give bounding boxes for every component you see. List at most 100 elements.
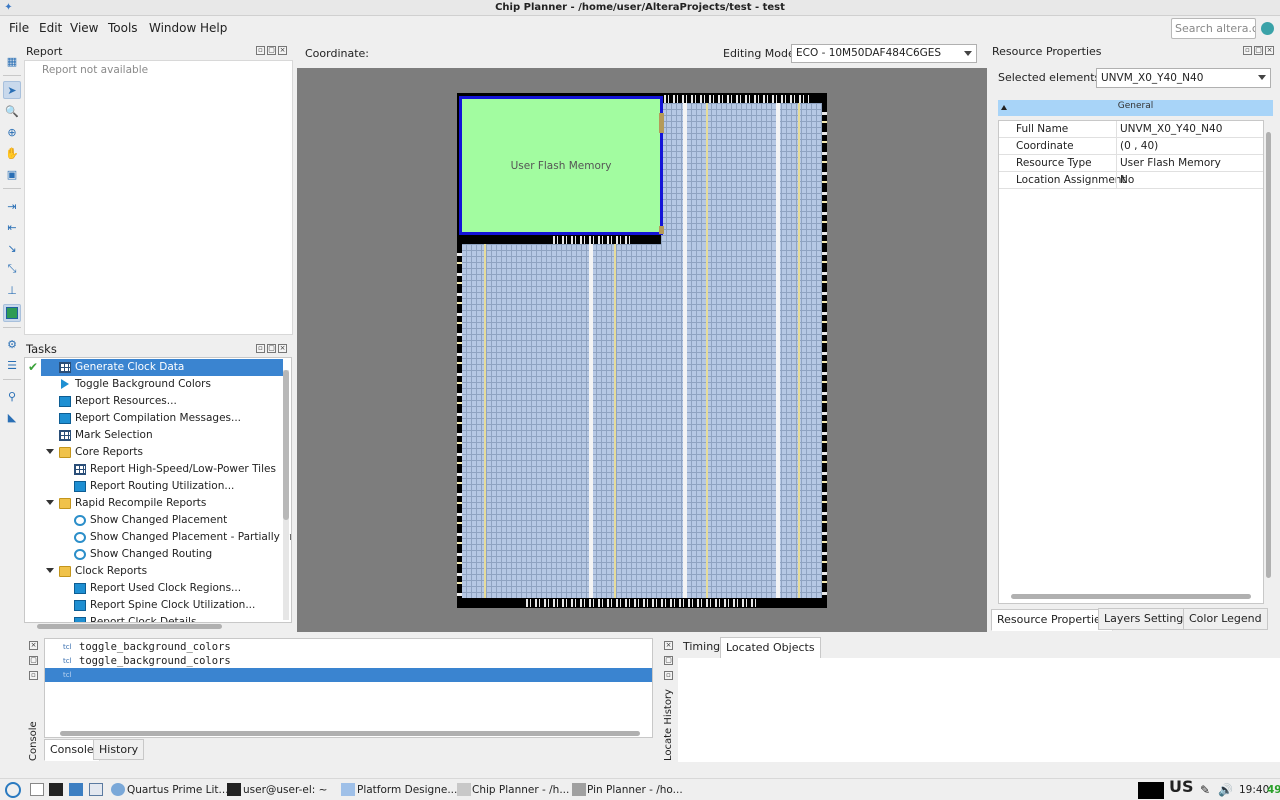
tab-resource-properties[interactable]: Resource Properties [991, 609, 1113, 631]
globe-icon[interactable] [1261, 22, 1274, 35]
zoom-icon[interactable]: 🔍 [3, 102, 21, 120]
task-item[interactable]: Show Changed Routing [25, 546, 283, 563]
zoom-region-icon[interactable]: ⊕ [3, 123, 21, 141]
tasks-vertical-scrollbar[interactable] [283, 370, 289, 620]
taskbar-item-chip-planner[interactable]: Chip Planner - /h... [472, 783, 569, 797]
close-icon[interactable]: × [664, 641, 673, 650]
tasks-horizontal-scrollbar[interactable] [37, 624, 222, 629]
fanout-icon[interactable]: ⇤ [3, 218, 21, 236]
task-item[interactable]: Toggle Background Colors [25, 376, 283, 393]
selection-tool-icon[interactable]: ➤ [3, 81, 21, 99]
float-icon[interactable]: ▢ [267, 46, 276, 55]
task-item[interactable]: Report High-Speed/Low-Power Tiles [25, 461, 283, 478]
selected-elements-select[interactable]: UNVM_X0_Y40_N40 [1096, 68, 1271, 88]
task-item[interactable]: Report Routing Utilization... [25, 478, 283, 495]
pin-icon[interactable]: ▫ [1243, 46, 1252, 55]
volume-icon[interactable]: 🔊 [1218, 783, 1233, 797]
user-flash-memory-block[interactable]: User Flash Memory [459, 96, 663, 235]
float-icon[interactable]: ▢ [1254, 46, 1263, 55]
routing-icon[interactable]: ⊥ [3, 281, 21, 299]
float-icon[interactable]: ▢ [664, 656, 673, 665]
start-menu-icon[interactable] [5, 782, 21, 798]
taskbar-item-platform-designer[interactable]: Platform Designe... [357, 783, 457, 797]
close-icon[interactable]: × [1265, 46, 1274, 55]
task-folder[interactable]: Core Reports [25, 444, 283, 461]
tab-color-legend[interactable]: Color Legend [1183, 608, 1268, 630]
editing-mode-select[interactable]: ECO - 10M50DAF484C6GES [791, 44, 977, 63]
network-icon[interactable] [89, 783, 103, 796]
property-row[interactable]: Coordinate (0 , 40) [999, 138, 1263, 155]
show-desktop-icon[interactable] [30, 783, 44, 796]
console-horizontal-scrollbar[interactable] [60, 731, 640, 736]
delay-icon[interactable]: ⤡ [3, 260, 21, 278]
pin-icon[interactable]: ▫ [664, 671, 673, 680]
clock[interactable]: 19:40 [1239, 783, 1269, 797]
task-item[interactable]: Report Spine Clock Utilization... [25, 597, 283, 614]
logic-fabric[interactable] [461, 244, 822, 598]
fanin-icon[interactable]: ⇥ [3, 197, 21, 215]
node-icon[interactable]: ⚙ [3, 335, 21, 353]
chip-view-icon[interactable]: ▦ [3, 52, 21, 70]
menu-window[interactable]: Window [147, 19, 198, 37]
properties-horizontal-scrollbar[interactable] [1011, 594, 1251, 599]
console-input-line[interactable]: tcl [45, 668, 652, 682]
menu-file[interactable]: File [7, 19, 31, 37]
pin-icon[interactable]: ▫ [256, 46, 265, 55]
table-icon [59, 430, 71, 441]
task-item[interactable]: Show Changed Placement [25, 512, 283, 529]
list-icon[interactable]: ☰ [3, 356, 21, 374]
paths-icon[interactable]: ↘ [3, 239, 21, 257]
console-output[interactable]: tcl toggle_background_colors tcl toggle_… [44, 638, 653, 738]
menu-edit[interactable]: Edit [37, 19, 64, 37]
file-manager-icon[interactable] [69, 783, 83, 796]
task-item[interactable]: Report Compilation Messages... [25, 410, 283, 427]
tab-timing[interactable]: Timing [678, 637, 726, 659]
float-icon[interactable]: ▢ [267, 344, 276, 353]
pin-icon[interactable]: ▫ [256, 344, 265, 353]
pen-icon[interactable]: ✎ [1200, 783, 1210, 797]
chart-icon[interactable]: ◣ [3, 408, 21, 426]
task-item[interactable]: Report Used Clock Regions... [25, 580, 283, 597]
property-row[interactable]: Location Assignment No [999, 172, 1263, 189]
expand-arrow-icon[interactable] [46, 500, 54, 505]
close-icon[interactable]: × [278, 46, 287, 55]
task-item[interactable]: Mark Selection [25, 427, 283, 444]
task-folder[interactable]: Rapid Recompile Reports [25, 495, 283, 512]
scrollbar-thumb[interactable] [283, 370, 289, 520]
menu-view[interactable]: View [68, 19, 100, 37]
property-row[interactable]: Full Name UNVM_X0_Y40_N40 [999, 121, 1263, 138]
tab-history[interactable]: History [93, 739, 145, 760]
task-folder[interactable]: Clock Reports [25, 563, 283, 580]
menu-help[interactable]: Help [198, 19, 229, 37]
general-section-header[interactable]: General [998, 100, 1273, 116]
binoculars-icon[interactable]: ⚲ [3, 387, 21, 405]
close-icon[interactable]: × [29, 641, 38, 650]
layers-icon[interactable] [3, 304, 21, 322]
taskbar-item-terminal[interactable]: user@user-el: ~ [243, 783, 327, 797]
taskbar-item-quartus[interactable]: Quartus Prime Lit... [127, 783, 229, 797]
float-icon[interactable]: ▢ [29, 656, 38, 665]
task-item[interactable]: ✔ Generate Clock Data [28, 359, 283, 376]
menu-tools[interactable]: Tools [106, 19, 140, 37]
task-item[interactable]: Show Changed Placement - Partially Pres [25, 529, 291, 546]
tab-layers-settings[interactable]: Layers Settings [1098, 608, 1196, 630]
expand-arrow-icon[interactable] [46, 449, 54, 454]
expand-arrow-icon[interactable] [46, 568, 54, 573]
task-item[interactable]: Report Clock Details... [25, 614, 283, 622]
task-item[interactable]: Report Resources... [25, 393, 283, 410]
keyboard-layout[interactable]: US [1169, 779, 1194, 795]
search-input[interactable]: Search altera.c... [1171, 18, 1256, 39]
close-icon[interactable]: × [278, 344, 287, 353]
tab-console[interactable]: Console [44, 739, 100, 761]
terminal-icon[interactable] [49, 783, 63, 796]
collapse-arrow-icon[interactable] [1001, 105, 1007, 110]
tab-located-objects[interactable]: Located Objects [720, 637, 821, 659]
window-title: Chip Planner - /home/user/AlteraProjects… [495, 2, 785, 13]
report-icon [74, 617, 86, 622]
taskbar-item-pin-planner[interactable]: Pin Planner - /ho... [587, 783, 683, 797]
properties-vertical-scrollbar[interactable] [1266, 132, 1271, 578]
property-row[interactable]: Resource Type User Flash Memory [999, 155, 1263, 172]
hand-tool-icon[interactable]: ✋ [3, 144, 21, 162]
pin-icon[interactable]: ▫ [29, 671, 38, 680]
fit-view-icon[interactable]: ▣ [3, 165, 21, 183]
